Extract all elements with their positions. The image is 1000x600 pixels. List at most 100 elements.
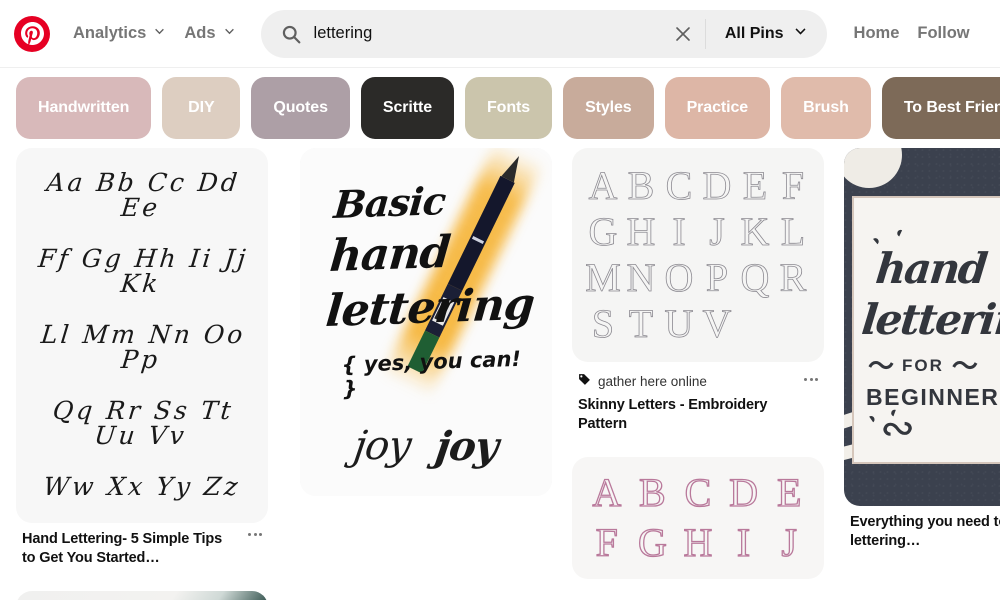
alphabet-letter: A [592, 473, 621, 513]
poster-line: hand [873, 244, 1000, 293]
filter-chip-bar[interactable]: Handwritten DIY Quotes Scritte Fonts Sty… [0, 68, 1000, 148]
poster-flourish: ∾ [880, 411, 1000, 445]
alphabet-letter: I [737, 523, 750, 563]
filter-chip-practice[interactable]: Practice [665, 77, 770, 139]
pin-column-4: ◗ ◖ hand lettering 〜 FOR 〜 BEGINNERS ◗ ◖… [844, 148, 1000, 574]
nav-ads-label: Ads [184, 24, 215, 43]
pin-art-joy-row: joy joy [300, 405, 552, 496]
pin-image-skinny-letters[interactable]: A B C D E F G H I J K L M N O P Q R S T [572, 148, 824, 362]
nav-following[interactable]: Follow [908, 16, 978, 51]
chip-label: DIY [188, 99, 214, 117]
pin-card[interactable]: A B C D E F G H I J K L M N O P Q R S T [572, 148, 824, 435]
chevron-down-icon [153, 24, 166, 43]
alphabet-letter: R [780, 258, 807, 298]
filter-chip-to-best-friend[interactable]: To Best Friend [882, 77, 1000, 139]
clear-search-button[interactable] [661, 10, 705, 58]
filter-chip-scritte[interactable]: Scritte [361, 77, 454, 139]
filter-chip-fonts[interactable]: Fonts [465, 77, 552, 139]
alphabet-letter: J [709, 212, 725, 252]
alphabet-letter: H [684, 523, 713, 563]
poster: ◗ ◖ hand lettering 〜 FOR 〜 BEGINNERS ◗ ◖… [852, 196, 1000, 464]
more-options-icon[interactable] [804, 378, 818, 381]
filter-chip-styles[interactable]: Styles [563, 77, 654, 139]
alphabet-letter: V [703, 304, 732, 344]
chip-label: To Best Friend [904, 99, 1000, 117]
more-options-icon[interactable] [248, 533, 262, 536]
pin-image-hand-lettering-tips[interactable]: Aa Bb Cc Dd Ee Ff Gg Hh Ii Jj Kk Ll Mm N… [16, 148, 268, 523]
alphabet-letter: F [782, 166, 804, 206]
alphabet-row: Qq Rr Ss Tt Uu Vv [27, 398, 256, 448]
chip-label: Quotes [273, 99, 328, 117]
alphabet-letter: B [628, 166, 655, 206]
joy-word: joy [433, 423, 501, 470]
pin-column-3: A B C D E F G H I J K L M N O P Q R S T [572, 148, 824, 600]
nav-analytics-label: Analytics [73, 24, 146, 43]
filter-chip-diy[interactable]: DIY [162, 77, 240, 139]
alphabet-letter: D [729, 473, 758, 513]
leaf-icon: ◖ [891, 223, 907, 243]
pin-image-pink-monogram-alphabet[interactable]: A B C D E F G H I J [572, 457, 824, 579]
header-right-links: Home Follow [845, 16, 979, 51]
nav-ads[interactable]: Ads [175, 16, 244, 51]
pin-column-2: Basic hand lettering { yes, you can! } j… [300, 148, 552, 518]
nav-following-label: Follow [917, 24, 969, 43]
search-scope-label: All Pins [725, 25, 784, 43]
nav-analytics[interactable]: Analytics [64, 16, 175, 51]
alphabet-letter: P [706, 258, 728, 298]
pin-image-basic-hand-lettering[interactable]: Basic hand lettering { yes, you can! } j… [300, 148, 552, 496]
chip-label: Handwritten [38, 99, 129, 117]
joy-word: joy [351, 423, 414, 470]
pin-card[interactable]: A B C D E F G H I J [572, 457, 824, 579]
pin-source[interactable]: gather here online [578, 373, 822, 389]
filter-chip-quotes[interactable]: Quotes [251, 77, 350, 139]
alphabet-letter: G [638, 523, 667, 563]
alphabet-letter: O [665, 258, 694, 298]
chalk-disc [844, 148, 902, 188]
alphabet-letter: U [665, 304, 694, 344]
chip-label: Practice [687, 99, 748, 117]
pin-image-partial-bottom-left[interactable] [16, 591, 268, 600]
top-header: Analytics Ads All Pins [0, 0, 1000, 68]
pin-card[interactable]: ◗ ◖ hand lettering 〜 FOR 〜 BEGINNERS ◗ ◖… [844, 148, 1000, 552]
chip-label: Fonts [487, 99, 530, 117]
alphabet-letter: Q [741, 258, 770, 298]
alphabet-letter: G [589, 212, 618, 252]
pin-title: Everything you need to about hand letter… [850, 513, 1000, 552]
alphabet-letter: E [777, 473, 801, 513]
pin-image-everything-hand-lettering[interactable]: ◗ ◖ hand lettering 〜 FOR 〜 BEGINNERS ◗ ◖… [844, 148, 1000, 506]
pin-art-line: hand [328, 228, 539, 278]
alphabet-letter: C [666, 166, 693, 206]
search-input[interactable] [314, 10, 661, 58]
filter-chip-brush[interactable]: Brush [781, 77, 871, 139]
alphabet-letter: L [781, 212, 805, 252]
search-scope-dropdown[interactable]: All Pins [706, 10, 827, 58]
alphabet-letter: A [589, 166, 618, 206]
poster-line: lettering [859, 295, 1000, 344]
alphabet-row: Ww Xx Yy Zz [29, 474, 256, 499]
nav-home-label: Home [854, 24, 900, 43]
alphabet-row: Ll Mm Nn Oo Pp [27, 322, 256, 372]
filter-chip-handwritten[interactable]: Handwritten [16, 77, 151, 139]
nav-home[interactable]: Home [845, 16, 909, 51]
alphabet-letter: B [639, 473, 666, 513]
alphabet-row: Ff Gg Hh Ii Jj Kk [27, 246, 256, 296]
alphabet-letter: M [585, 258, 621, 298]
pin-card[interactable]: Aa Bb Cc Dd Ee Ff Gg Hh Ii Jj Kk Ll Mm N… [16, 148, 268, 569]
alphabet-letter: D [703, 166, 732, 206]
alphabet-letter: T [629, 304, 653, 344]
search-box[interactable]: All Pins [261, 10, 827, 58]
alphabet-letter: S [592, 304, 614, 344]
pin-card[interactable]: Basic hand lettering { yes, you can! } j… [300, 148, 552, 496]
pinterest-logo-icon[interactable] [14, 16, 50, 52]
poster-for-row: 〜 FOR 〜 [868, 356, 1000, 376]
pin-title: Skinny Letters - Embroidery Pattern [578, 396, 790, 435]
pin-column-1: Aa Bb Cc Dd Ee Ff Gg Hh Ii Jj Kk Ll Mm N… [16, 148, 268, 600]
alphabet-letter: C [685, 473, 712, 513]
pin-card[interactable] [16, 591, 268, 600]
pin-art-line: Basic [332, 179, 538, 223]
pin-source-label: gather here online [598, 374, 707, 389]
chip-label: Brush [803, 99, 849, 117]
swash-icon: 〜 [952, 360, 978, 373]
alphabet-letter: I [672, 212, 685, 252]
pin-grid: Aa Bb Cc Dd Ee Ff Gg Hh Ii Jj Kk Ll Mm N… [0, 148, 1000, 600]
